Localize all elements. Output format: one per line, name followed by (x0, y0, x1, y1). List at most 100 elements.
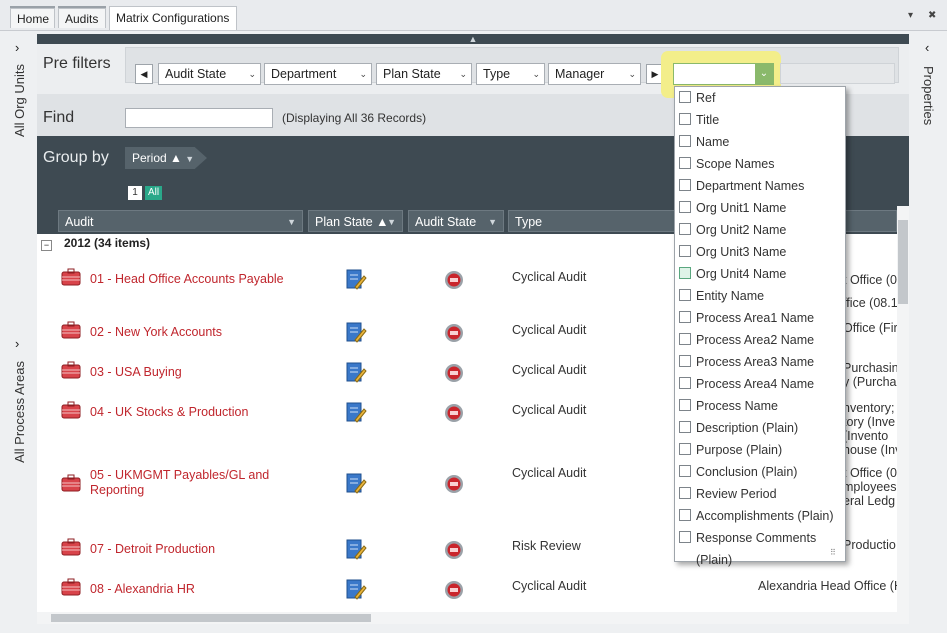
page-button[interactable]: 1 (128, 186, 142, 200)
option-org-unit3-name[interactable]: Org Unit3 Name (679, 241, 843, 263)
checkbox[interactable] (679, 311, 691, 323)
type-cell: Cyclical Audit (512, 363, 587, 377)
properties-panel[interactable]: Properties (921, 66, 936, 125)
checkbox[interactable] (679, 399, 691, 411)
option-ref[interactable]: Ref (679, 87, 843, 109)
filter-bar-extension (780, 63, 895, 84)
option-description-plain[interactable]: Description (Plain) (679, 417, 843, 439)
checkbox[interactable] (679, 245, 691, 257)
checkbox[interactable] (679, 91, 691, 103)
group-collapse-icon[interactable]: − (41, 240, 52, 251)
audit-link[interactable]: 04 - UK Stocks & Production (90, 405, 248, 419)
filter-icon[interactable]: ▼ (387, 211, 396, 233)
checkbox[interactable] (679, 377, 691, 389)
checkbox[interactable] (679, 333, 691, 345)
column-audit-state[interactable]: Audit State ▼ (408, 210, 504, 232)
org-unit-cell: house (Inv (843, 443, 902, 457)
checkbox[interactable] (679, 289, 691, 301)
column-label: Audit State (415, 215, 477, 229)
option-review-period[interactable]: Review Period (679, 483, 843, 505)
audit-link[interactable]: 03 - USA Buying (90, 365, 182, 379)
audit-state-stop-icon (445, 404, 463, 422)
column-audit[interactable]: Audit ▼ (58, 210, 303, 232)
org-unit-cell: (Invento (843, 429, 889, 443)
horizontal-scroll-thumb[interactable] (51, 614, 371, 622)
option-entity-name[interactable]: Entity Name (679, 285, 843, 307)
filter-icon[interactable]: ▼ (287, 211, 296, 233)
resize-grip-icon[interactable]: ⠿ (830, 548, 836, 557)
page-all-button[interactable]: All (145, 186, 163, 200)
all-org-units-panel[interactable]: All Org Units (12, 64, 27, 137)
checkbox[interactable] (679, 113, 691, 125)
audit-state-stop-icon (445, 581, 463, 599)
audit-link[interactable]: 07 - Detroit Production (90, 542, 215, 556)
tab-matrix-configurations[interactable]: Matrix Configurations (109, 6, 237, 30)
option-process-name[interactable]: Process Name (679, 395, 843, 417)
checkbox[interactable] (679, 509, 691, 521)
checkbox[interactable] (679, 157, 691, 169)
checkbox[interactable] (679, 201, 691, 213)
groupby-label: Group by (43, 149, 109, 166)
chevron-down-icon[interactable]: ⌄ (755, 64, 773, 84)
checkbox[interactable] (679, 443, 691, 455)
filter-icon[interactable]: ▼ (488, 211, 497, 233)
option-department-names[interactable]: Department Names (679, 175, 843, 197)
option-process-area1-name[interactable]: Process Area1 Name (679, 307, 843, 329)
filter-plan-state[interactable]: Plan State ⌄ (376, 63, 472, 85)
scroll-left-button[interactable]: ◀ (135, 64, 153, 84)
checkbox[interactable] (679, 179, 691, 191)
option-title[interactable]: Title (679, 109, 843, 131)
expand-org-units-icon[interactable]: › (15, 40, 19, 55)
filter-label: Manager (555, 67, 605, 81)
audit-link[interactable]: 02 - New York Accounts (90, 325, 222, 339)
filter-department[interactable]: Department ⌄ (264, 63, 372, 85)
vertical-scroll-thumb[interactable] (898, 220, 908, 304)
checkbox[interactable] (679, 135, 691, 147)
column-plan-state[interactable]: Plan State ▲ ▼ (308, 210, 403, 232)
option-process-area3-name[interactable]: Process Area3 Name (679, 351, 843, 373)
option-org-unit1-name[interactable]: Org Unit1 Name (679, 197, 843, 219)
checkbox[interactable] (679, 223, 691, 235)
checkbox[interactable] (679, 355, 691, 367)
checkbox[interactable] (679, 465, 691, 477)
collapse-strip[interactable]: ▲ (37, 34, 909, 44)
close-icon[interactable]: ✖ (928, 10, 936, 21)
option-name[interactable]: Name (679, 131, 843, 153)
expand-process-areas-icon[interactable]: › (15, 336, 19, 351)
chevron-down-icon: ⌄ (248, 69, 256, 79)
option-accomplishments-plain[interactable]: Accomplishments (Plain) (679, 505, 843, 527)
all-process-areas-panel[interactable]: All Process Areas (12, 361, 27, 463)
tab-audits[interactable]: Audits (58, 8, 106, 28)
audit-link[interactable]: 01 - Head Office Accounts Payable (90, 272, 284, 286)
option-process-area2-name[interactable]: Process Area2 Name (679, 329, 843, 351)
right-sidebar: ‹ Properties (915, 34, 947, 624)
record-count-status: (Displaying All 36 Records) (282, 111, 427, 125)
option-process-area4-name[interactable]: Process Area4 Name (679, 373, 843, 395)
tab-home[interactable]: Home (10, 8, 55, 28)
checkbox[interactable] (679, 487, 691, 499)
find-input[interactable] (125, 108, 273, 128)
option-conclusion-plain[interactable]: Conclusion (Plain) (679, 461, 843, 483)
audit-link[interactable]: 05 - UKMGMT Payables/GL and (90, 468, 269, 482)
option-response-comments-plain[interactable]: Response Comments (Plain) (679, 527, 843, 567)
option-org-unit4-name[interactable]: Org Unit4 Name (679, 263, 843, 285)
filter-audit-state[interactable]: Audit State ⌄ (158, 63, 261, 85)
type-cell: Cyclical Audit (512, 466, 587, 480)
option-label: Process Area1 Name (696, 311, 815, 325)
groupby-chip-period[interactable]: Period ▲ ▼ (125, 147, 207, 169)
option-scope-names[interactable]: Scope Names (679, 153, 843, 175)
audit-link[interactable]: 08 - Alexandria HR (90, 582, 195, 596)
org-unit-cell: Purchasin (843, 361, 899, 375)
option-purpose-plain[interactable]: Purpose (Plain) (679, 439, 843, 461)
checkbox[interactable] (679, 421, 691, 433)
audit-link-continued[interactable]: Reporting (90, 483, 144, 497)
tab-list-dropdown-icon[interactable]: ▾ (908, 10, 913, 21)
filter-manager[interactable]: Manager ⌄ (548, 63, 641, 85)
checkbox[interactable] (679, 531, 691, 543)
checkbox[interactable] (679, 267, 691, 279)
filter-type[interactable]: Type ⌄ (476, 63, 545, 85)
option-label: Ref (696, 91, 716, 105)
option-org-unit2-name[interactable]: Org Unit2 Name (679, 219, 843, 241)
collapse-properties-icon[interactable]: ‹ (925, 40, 929, 55)
plan-state-edit-icon (346, 539, 367, 560)
